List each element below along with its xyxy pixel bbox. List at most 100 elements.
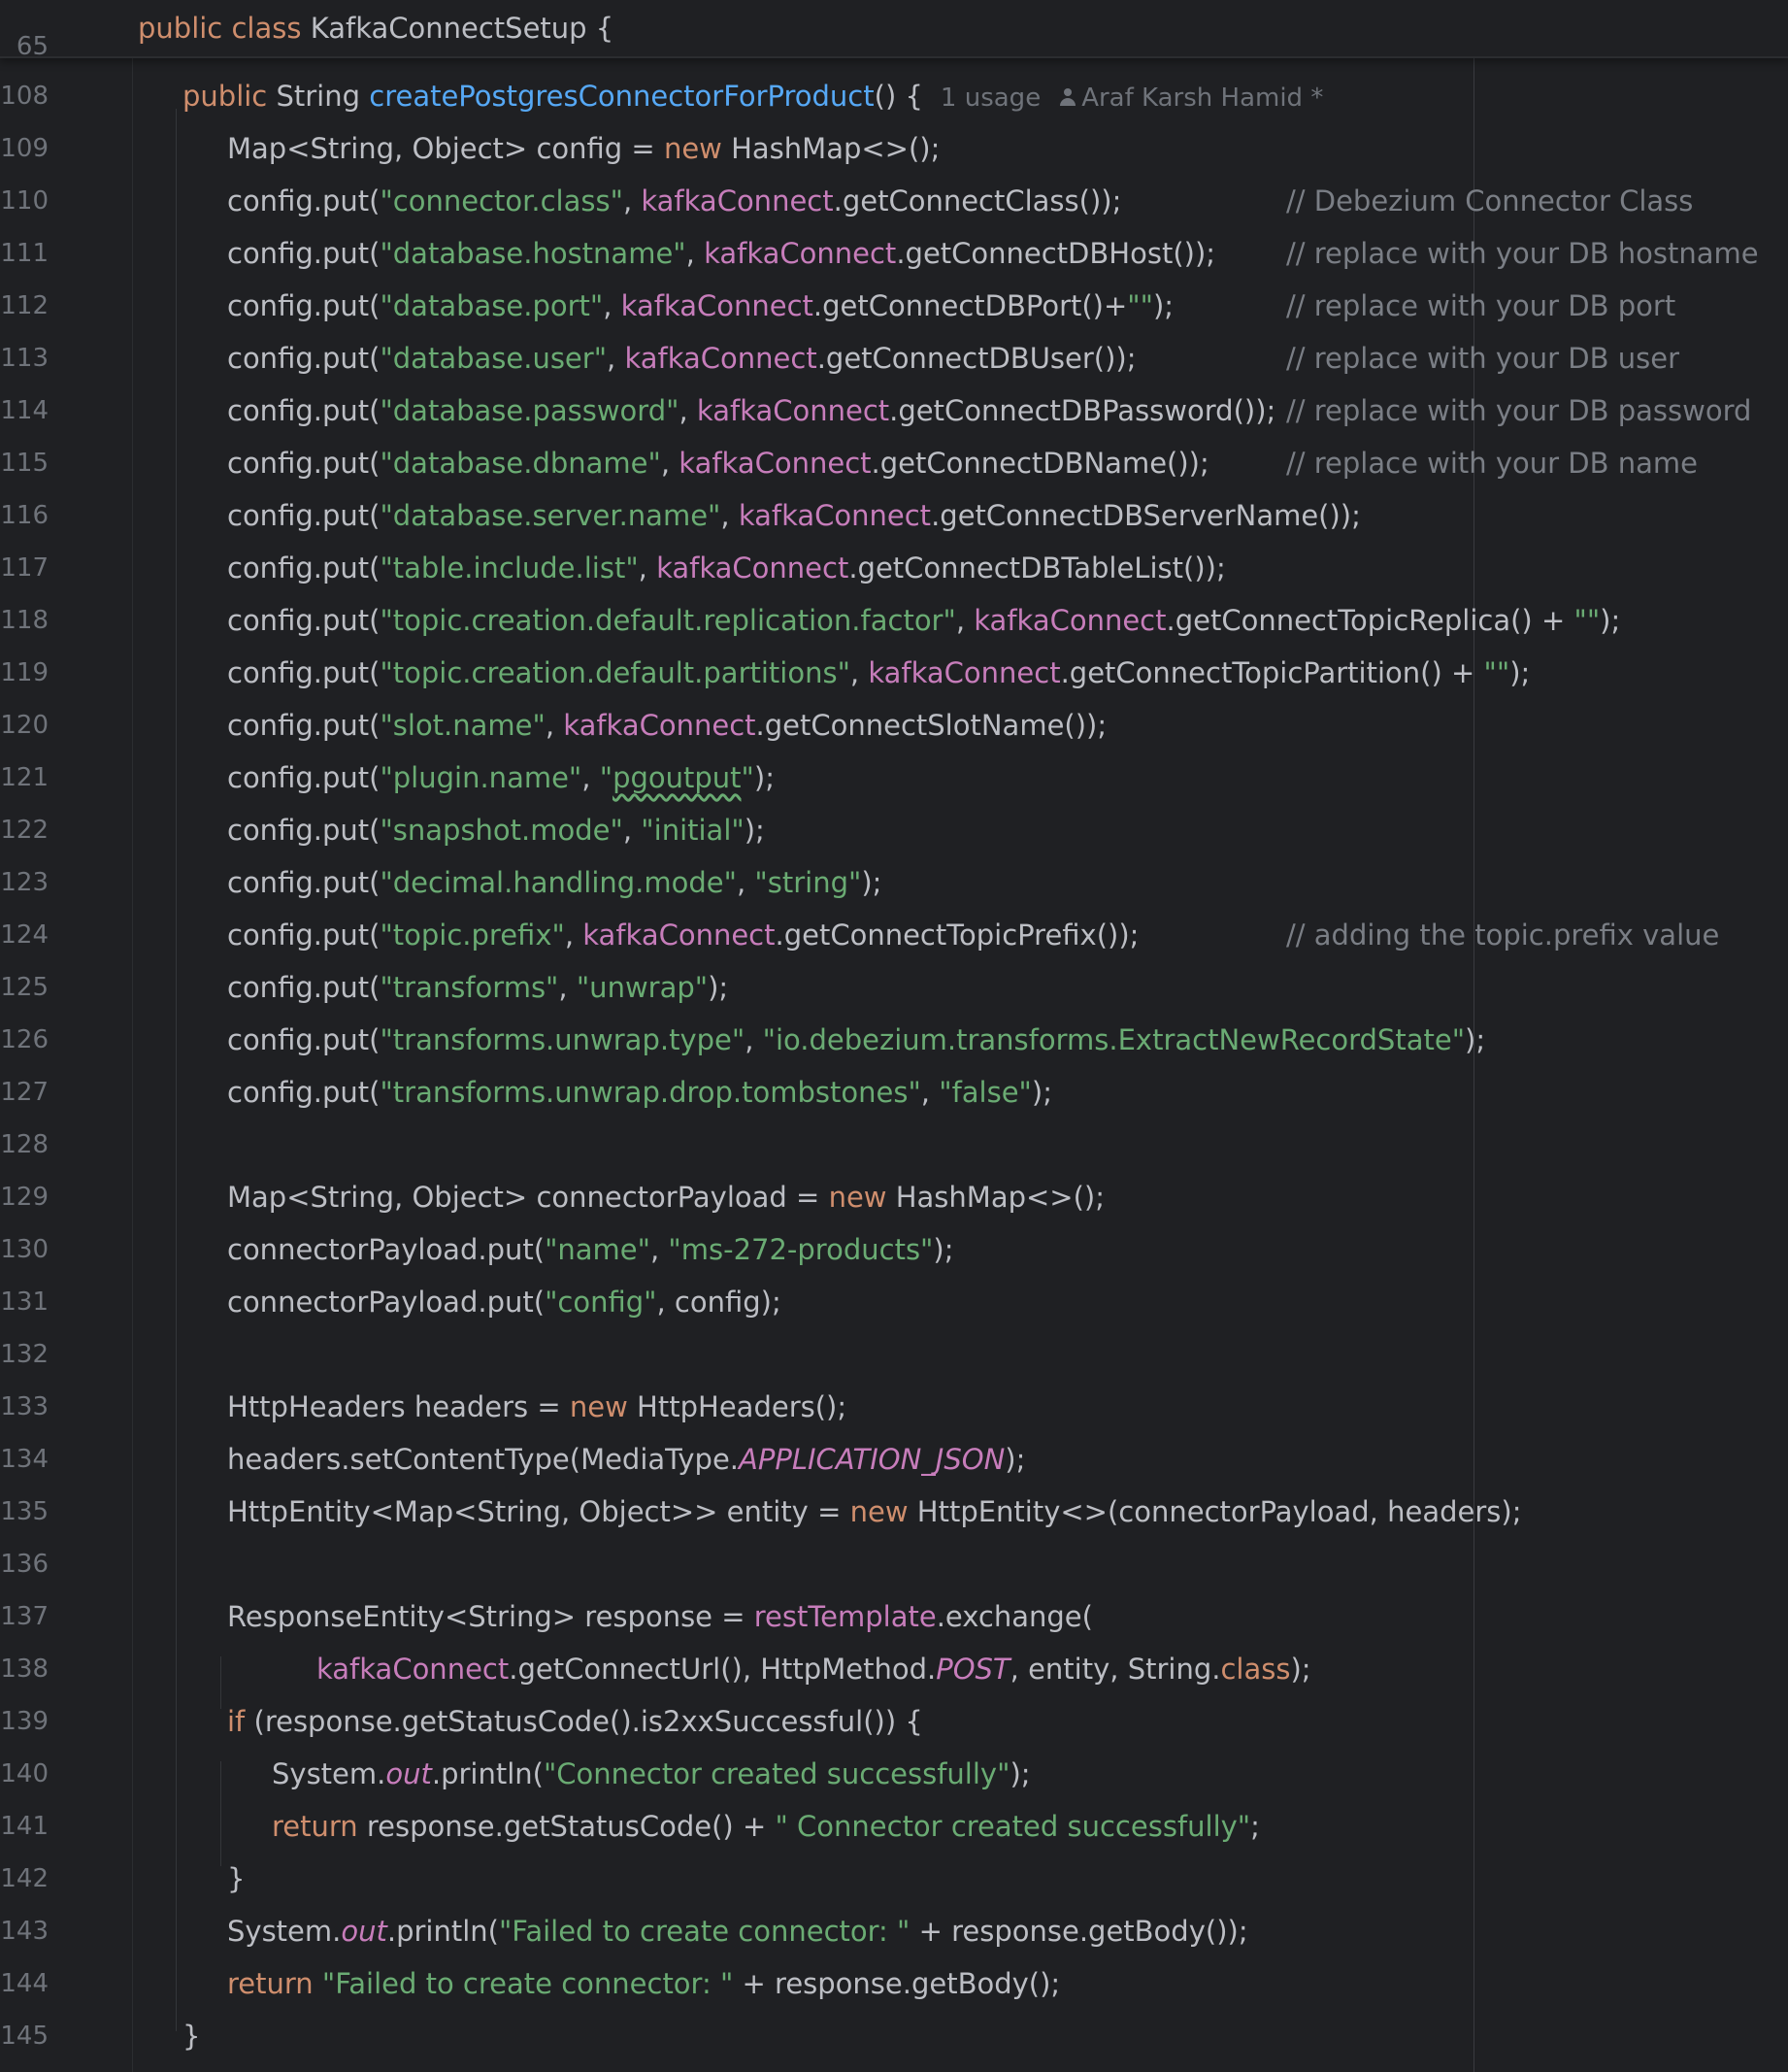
- code-line: 125 config.put("transforms", "unwrap");: [0, 961, 1788, 1014]
- author-hint[interactable]: Araf Karsh Hamid *: [1081, 84, 1323, 113]
- code-token: "topic.prefix": [380, 919, 565, 952]
- code-text: config.put("database.port", kafkaConnect…: [227, 280, 1174, 332]
- code-line: 122 config.put("snapshot.mode", "initial"…: [0, 804, 1788, 856]
- sticky-class-header[interactable]: 65 public class KafkaConnectSetup {: [0, 0, 1788, 61]
- code-text: config.put("database.hostname", kafkaCon…: [227, 227, 1215, 280]
- code-token: }: [227, 1862, 246, 1895]
- code-token: kafkaConnect: [974, 604, 1167, 637]
- code-token: config.put(: [227, 551, 381, 585]
- code-comment: // Debezium Connector Class: [1286, 184, 1694, 217]
- code-text: }: [182, 2010, 200, 2062]
- code-token: "io.debezium.transforms.ExtractNewRecord…: [762, 1023, 1466, 1056]
- code-token: ,: [745, 1023, 763, 1056]
- code-token: ,: [545, 709, 564, 742]
- code-line: 136: [0, 1538, 1788, 1590]
- code-comment: // replace with your DB name: [1286, 447, 1698, 480]
- code-token: config.put(: [227, 394, 381, 427]
- line-number: 120: [0, 711, 49, 740]
- code-token: .getConnectUrl(), HttpMethod.: [509, 1653, 937, 1686]
- code-line: 117 config.put("table.include.list", kafk…: [0, 542, 1788, 594]
- code-token: config.put(: [227, 709, 381, 742]
- line-number: 110: [0, 186, 49, 216]
- code-token: "database.hostname": [380, 237, 686, 270]
- return-type: String: [276, 80, 361, 113]
- code-line: 114 config.put("database.password", kafka…: [0, 384, 1788, 437]
- code-token: .println(: [386, 1915, 499, 1948]
- code-token: ": [599, 761, 613, 794]
- code-token: , entity, String.: [1010, 1653, 1221, 1686]
- code-text: config.put("topic.creation.default.parti…: [227, 647, 1530, 699]
- method-name: createPostgresConnectorForProduct: [369, 80, 875, 113]
- code-token: ,: [685, 237, 705, 270]
- code-token: "false": [939, 1076, 1032, 1109]
- code-token: ,: [603, 289, 621, 322]
- code-token: );: [708, 971, 729, 1004]
- code-line: 139 if (response.getStatusCode().is2xxSuc…: [0, 1695, 1788, 1748]
- code-text: System.out.println("Failed to create con…: [227, 1905, 1248, 1957]
- code-token: ResponseEntity<String> response =: [227, 1600, 754, 1633]
- line-number: 132: [0, 1340, 49, 1369]
- code-token: "plugin.name": [380, 761, 582, 794]
- code-comment: // replace with your DB hostname: [1286, 237, 1759, 270]
- line-number: 121: [0, 763, 49, 792]
- code-token: .getConnectDBUser());: [816, 342, 1137, 375]
- code-token: response.getStatusCode() +: [357, 1810, 776, 1843]
- code-line: 133 HttpHeaders headers = new HttpHeaders…: [0, 1381, 1788, 1433]
- code-token: "unwrap": [576, 971, 709, 1004]
- code-line: 141 return response.getStatusCode() + " C…: [0, 1800, 1788, 1853]
- code-token: HashMap<>();: [721, 132, 941, 165]
- code-token: "topic.creation.default.replication.fact…: [380, 604, 956, 637]
- code-token: HttpEntity<>(connectorPayload, headers);: [908, 1495, 1522, 1528]
- code-token: ,: [920, 1076, 940, 1109]
- signature-end: () {: [874, 80, 923, 113]
- line-number: 141: [0, 1812, 49, 1841]
- code-token: );: [933, 1233, 954, 1266]
- code-text: config.put("database.password", kafkaCon…: [227, 384, 1275, 437]
- code-text: HttpHeaders headers = new HttpHeaders();: [227, 1381, 846, 1433]
- code-comment: // adding the topic.prefix value: [1286, 919, 1720, 952]
- code-text: config.put("database.dbname", kafkaConne…: [227, 437, 1209, 489]
- code-token: ,: [638, 551, 657, 585]
- usage-hint[interactable]: 1 usage: [941, 84, 1041, 113]
- code-line: 112 config.put("database.port", kafkaConn…: [0, 280, 1788, 332]
- code-token: );: [861, 866, 882, 899]
- code-token: headers.setContentType(MediaType.: [227, 1443, 739, 1476]
- code-token: kafkaConnect: [738, 499, 932, 532]
- code-line: 119 config.put("topic.creation.default.pa…: [0, 647, 1788, 699]
- code-token: );: [1465, 1023, 1486, 1056]
- line-number: 118: [0, 606, 49, 635]
- code-token: "": [1127, 289, 1153, 322]
- code-line: 143 System.out.println("Failed to create …: [0, 1905, 1788, 1957]
- code-token: ,: [607, 342, 625, 375]
- code-line: 113 config.put("database.user", kafkaConn…: [0, 332, 1788, 384]
- line-number: 113: [0, 344, 49, 373]
- code-token: System.: [227, 1915, 342, 1948]
- line-number: 109: [0, 134, 49, 163]
- code-token: + response.getBody();: [733, 1967, 1061, 2000]
- code-token: .getConnectDBPort()+: [812, 289, 1128, 322]
- code-token: new: [828, 1181, 887, 1214]
- code-token: "database.dbname": [380, 447, 661, 480]
- code-token: "topic.creation.default.partitions": [380, 656, 850, 689]
- code-line: 108 public String createPostgresConnector…: [0, 70, 1788, 122]
- code-token: ;: [1250, 1810, 1260, 1843]
- code-token: restTemplate: [753, 1600, 937, 1633]
- code-token: HttpHeaders();: [627, 1390, 847, 1423]
- code-token: .getConnectTopicReplica() +: [1166, 604, 1574, 637]
- code-token: );: [1031, 1076, 1052, 1109]
- code-token: "ms-272-products": [668, 1233, 934, 1266]
- line-number: 131: [0, 1287, 49, 1317]
- code-text: connectorPayload.put("config", config);: [227, 1276, 781, 1328]
- code-line: 121 config.put("plugin.name", "pgoutput")…: [0, 752, 1788, 804]
- code-editor[interactable]: 65 public class KafkaConnectSetup { 108 p…: [0, 0, 1788, 2072]
- code-token: ,: [736, 866, 755, 899]
- code-text: }: [227, 1853, 245, 1905]
- code-line: 142}: [0, 1853, 1788, 1905]
- code-token: ,: [660, 447, 679, 480]
- code-token: .getConnectTopicPartition() +: [1060, 656, 1484, 689]
- code-token: "config": [545, 1286, 657, 1319]
- code-token: "Failed to create connector: ": [498, 1915, 911, 1948]
- line-number: 134: [0, 1445, 49, 1474]
- line-number: 140: [0, 1759, 49, 1788]
- code-token: HashMap<>();: [886, 1181, 1105, 1214]
